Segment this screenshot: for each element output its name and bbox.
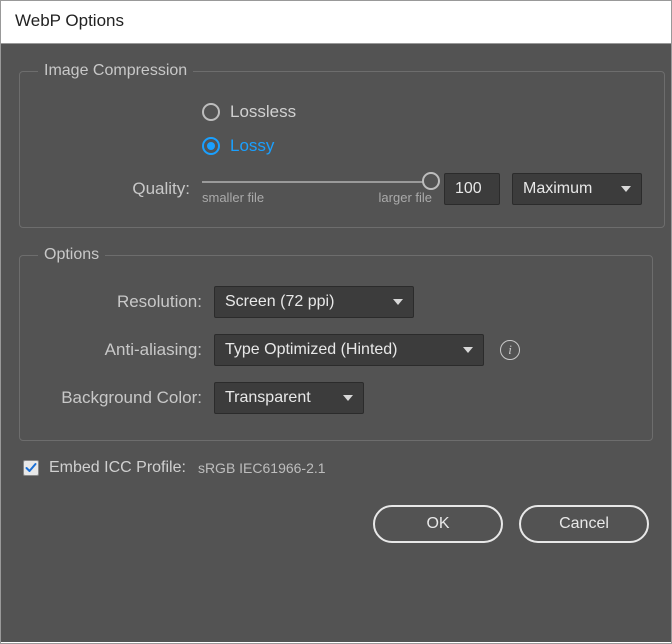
- icc-profile-name: sRGB IEC61966-2.1: [198, 460, 326, 476]
- quality-slider[interactable]: [202, 172, 432, 174]
- antialias-select[interactable]: Type Optimized (Hinted): [214, 334, 484, 366]
- info-icon[interactable]: i: [500, 340, 520, 360]
- resolution-row: Resolution: Screen (72 ppi): [42, 286, 630, 318]
- chevron-down-icon: [463, 347, 473, 353]
- bgcolor-select[interactable]: Transparent: [214, 382, 364, 414]
- webp-options-dialog: WebP Options Image Compression Lossless …: [0, 0, 672, 644]
- embed-icc-row[interactable]: Embed ICC Profile: sRGB IEC61966-2.1: [23, 459, 653, 477]
- ok-button[interactable]: OK: [373, 505, 503, 543]
- quality-value-input[interactable]: [444, 173, 500, 205]
- image-compression-legend: Image Compression: [38, 62, 193, 80]
- lossless-radio-row[interactable]: Lossless: [202, 102, 642, 122]
- chevron-down-icon: [621, 186, 631, 192]
- quality-label: Quality:: [42, 179, 190, 199]
- cancel-button[interactable]: Cancel: [519, 505, 649, 543]
- antialias-label: Anti-aliasing:: [42, 340, 202, 360]
- lossless-label: Lossless: [230, 102, 296, 122]
- quality-row: Quality: smaller file larger file Maximu…: [42, 172, 642, 205]
- window-title: WebP Options: [1, 1, 671, 44]
- image-compression-group: Image Compression Lossless Lossy Quality…: [19, 62, 665, 228]
- larger-file-caption: larger file: [379, 190, 432, 205]
- bgcolor-label: Background Color:: [42, 388, 202, 408]
- dialog-content: Image Compression Lossless Lossy Quality…: [1, 44, 671, 642]
- lossy-label: Lossy: [230, 136, 274, 156]
- antialias-row: Anti-aliasing: Type Optimized (Hinted) i: [42, 334, 630, 366]
- lossy-radio[interactable]: [202, 137, 220, 155]
- quality-preset-value: Maximum: [523, 180, 592, 198]
- chevron-down-icon: [343, 395, 353, 401]
- check-icon: [25, 462, 37, 474]
- smaller-file-caption: smaller file: [202, 190, 264, 205]
- chevron-down-icon: [393, 299, 403, 305]
- resolution-select[interactable]: Screen (72 ppi): [214, 286, 414, 318]
- lossless-radio[interactable]: [202, 103, 220, 121]
- antialias-value: Type Optimized (Hinted): [225, 341, 398, 359]
- options-legend: Options: [38, 246, 105, 264]
- lossy-radio-row[interactable]: Lossy: [202, 136, 642, 156]
- dialog-buttons: OK Cancel: [19, 505, 653, 543]
- bgcolor-row: Background Color: Transparent: [42, 382, 630, 414]
- resolution-value: Screen (72 ppi): [225, 293, 334, 311]
- embed-icc-checkbox[interactable]: [23, 460, 39, 476]
- options-group: Options Resolution: Screen (72 ppi) Anti…: [19, 246, 653, 441]
- slider-thumb[interactable]: [422, 172, 440, 190]
- bgcolor-value: Transparent: [225, 389, 311, 407]
- quality-preset-select[interactable]: Maximum: [512, 173, 642, 205]
- slider-track: [202, 181, 432, 183]
- embed-icc-label: Embed ICC Profile:: [49, 459, 186, 477]
- resolution-label: Resolution:: [42, 292, 202, 312]
